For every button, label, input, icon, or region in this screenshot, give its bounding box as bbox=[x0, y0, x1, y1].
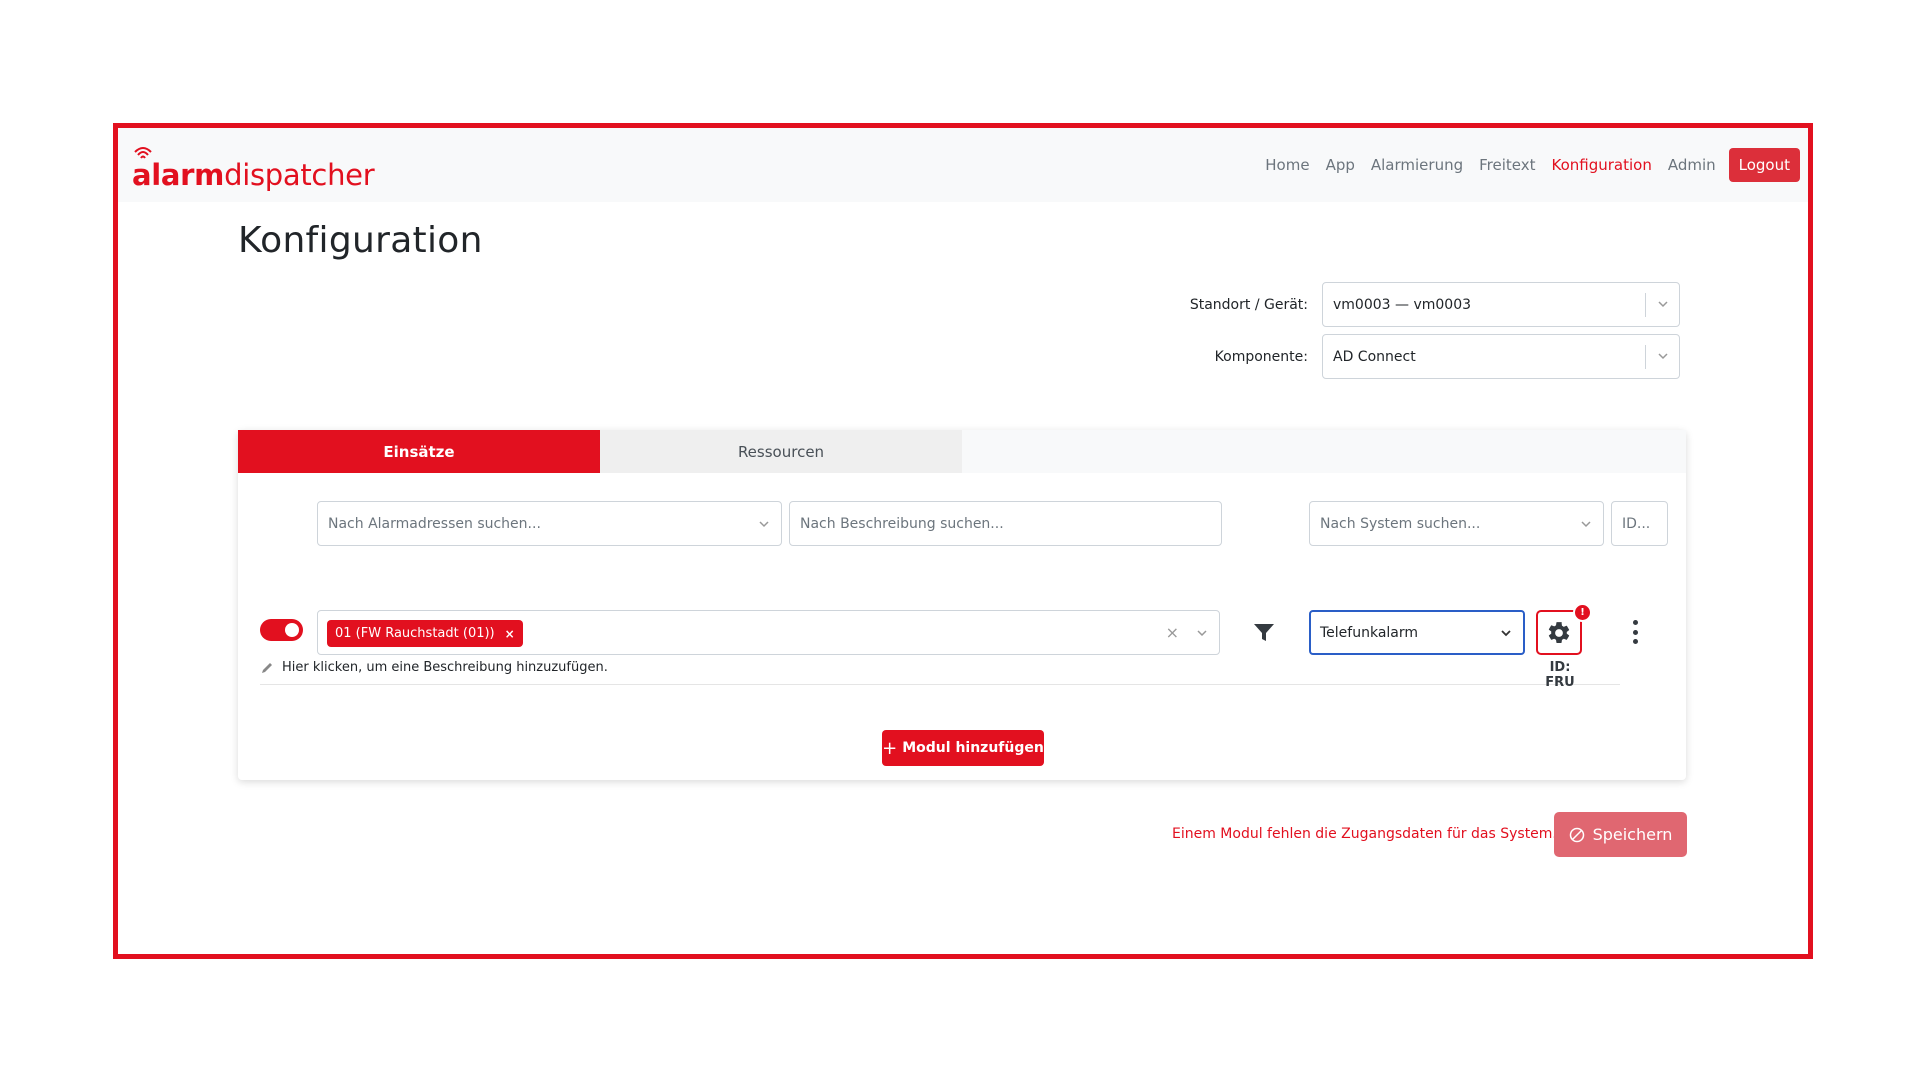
config-card: Einsätze Ressourcen Nach Alarmadressen s… bbox=[238, 430, 1686, 780]
chevron-down-icon bbox=[1501, 630, 1511, 637]
nav-konfiguration[interactable]: Konfiguration bbox=[1551, 156, 1651, 174]
logo-light: dispatcher bbox=[224, 158, 375, 192]
save-label: Speichern bbox=[1592, 825, 1673, 844]
plus-icon: + bbox=[882, 737, 898, 759]
standort-label: Standort / Gerät: bbox=[1189, 296, 1308, 313]
logo-bold-wrap: alarm bbox=[132, 147, 225, 192]
standort-select[interactable]: vm0003 — vm0003 bbox=[1322, 282, 1680, 327]
chevron-down-icon bbox=[759, 521, 769, 528]
navbar: alarm dispatcher Home App Alarmierung Fr… bbox=[118, 128, 1808, 202]
save-button[interactable]: Speichern bbox=[1554, 812, 1687, 857]
system-select-value: Telefunkalarm bbox=[1320, 624, 1419, 641]
system-search[interactable]: Nach System suchen... bbox=[1309, 501, 1604, 546]
beschreibung-search[interactable]: Nach Beschreibung suchen... bbox=[789, 501, 1222, 546]
system-placeholder: Nach System suchen... bbox=[1320, 515, 1481, 532]
kebab-dot bbox=[1632, 629, 1638, 635]
tab-einsaetze[interactable]: Einsätze bbox=[238, 430, 600, 473]
description-edit[interactable]: Hier klicken, um eine Beschreibung hinzu… bbox=[260, 660, 608, 675]
nav-freitext[interactable]: Freitext bbox=[1479, 156, 1535, 174]
alarmadressen-placeholder: Nach Alarmadressen suchen... bbox=[328, 515, 541, 532]
alarmadressen-search[interactable]: Nach Alarmadressen suchen... bbox=[317, 501, 782, 546]
description-hint: Hier klicken, um eine Beschreibung hinzu… bbox=[282, 660, 608, 675]
komponente-row: Komponente: AD Connect bbox=[1168, 334, 1680, 379]
alarmadresse-chip: 01 (FW Rauchstadt (01)) × bbox=[327, 620, 523, 647]
gear-icon bbox=[1548, 621, 1570, 643]
app-frame: alarm dispatcher Home App Alarmierung Fr… bbox=[113, 123, 1813, 959]
nav-home[interactable]: Home bbox=[1265, 156, 1309, 174]
logo-bold: alarm bbox=[132, 158, 225, 192]
chevron-down-icon[interactable] bbox=[1195, 626, 1209, 640]
select-separator bbox=[1645, 293, 1646, 317]
missing-credentials-warning: Einem Modul fehlen die Zugangsdaten für … bbox=[1172, 826, 1557, 842]
standort-row: Standort / Gerät: vm0003 — vm0003 bbox=[1168, 282, 1680, 327]
clear-icon[interactable]: × bbox=[1166, 623, 1179, 642]
chevron-down-icon bbox=[1658, 353, 1668, 360]
kebab-dot bbox=[1632, 639, 1638, 644]
disabled-icon bbox=[1569, 827, 1584, 842]
komponente-label: Komponente: bbox=[1214, 348, 1308, 365]
id-search[interactable]: ID... bbox=[1611, 501, 1668, 546]
alarmadressen-multiselect[interactable]: 01 (FW Rauchstadt (01)) × × bbox=[317, 610, 1220, 655]
logout-button[interactable]: Logout bbox=[1728, 148, 1800, 182]
divider bbox=[260, 684, 1620, 685]
warning-badge: ! bbox=[1573, 603, 1592, 622]
komponente-select[interactable]: AD Connect bbox=[1322, 334, 1680, 379]
logo[interactable]: alarm dispatcher bbox=[132, 142, 375, 192]
add-module-label: Modul hinzufügen bbox=[902, 740, 1044, 756]
system-select[interactable]: Telefunkalarm bbox=[1309, 610, 1525, 655]
select-separator bbox=[1645, 345, 1646, 369]
chevron-down-icon bbox=[1581, 521, 1591, 528]
nav-admin[interactable]: Admin bbox=[1668, 156, 1716, 174]
nav-app[interactable]: App bbox=[1326, 156, 1355, 174]
id-placeholder: ID... bbox=[1622, 515, 1651, 532]
komponente-value: AD Connect bbox=[1333, 348, 1416, 365]
module-enabled-toggle[interactable] bbox=[260, 619, 303, 641]
nav-alarmierung[interactable]: Alarmierung bbox=[1371, 156, 1463, 174]
module-id-label: ID: FRU bbox=[1545, 660, 1575, 690]
kebab-dot bbox=[1632, 620, 1638, 625]
pencil-icon bbox=[262, 662, 272, 673]
page-title: Konfiguration bbox=[238, 220, 483, 261]
tab-ressourcen[interactable]: Ressourcen bbox=[600, 430, 962, 473]
standort-value: vm0003 — vm0003 bbox=[1333, 296, 1472, 313]
filter-icon[interactable] bbox=[1253, 623, 1275, 643]
main-nav: Home App Alarmierung Freitext Konfigurat… bbox=[1249, 148, 1800, 182]
more-options-icon[interactable] bbox=[1632, 620, 1638, 644]
alarm-waves-icon bbox=[134, 147, 152, 159]
beschreibung-placeholder: Nach Beschreibung suchen... bbox=[800, 515, 1004, 532]
toggle-knob bbox=[285, 623, 299, 637]
chip-remove-icon[interactable]: × bbox=[505, 627, 515, 641]
tab-bar: Einsätze Ressourcen bbox=[238, 430, 1686, 473]
chip-label: 01 (FW Rauchstadt (01)) bbox=[335, 626, 495, 641]
add-module-button[interactable]: + Modul hinzufügen bbox=[882, 730, 1044, 766]
chevron-down-icon bbox=[1658, 301, 1668, 308]
